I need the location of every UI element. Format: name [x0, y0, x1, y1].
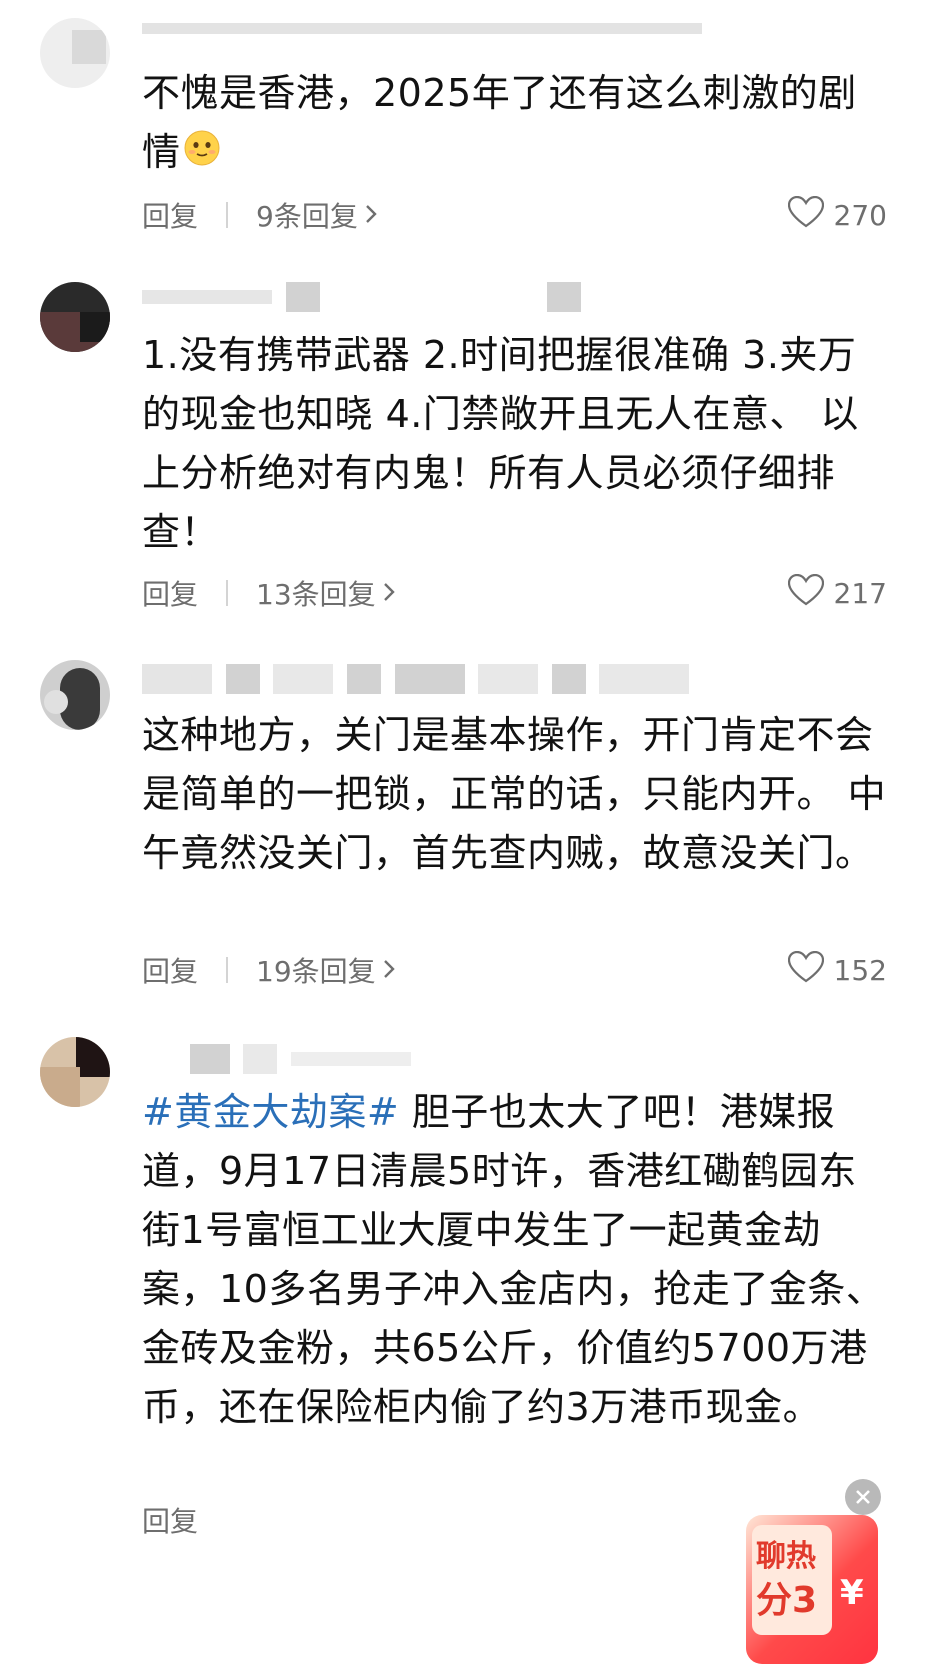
hashtag-link[interactable]: #黄金大劫案# [142, 1090, 399, 1134]
reply-button[interactable]: 回复 [142, 1500, 198, 1540]
like-button[interactable]: 217 [787, 573, 887, 613]
heart-icon [787, 950, 834, 990]
red-packet-card[interactable]: 聊热 分3 ¥ [746, 1515, 878, 1664]
like-count: 217 [833, 576, 887, 610]
smiling-emoji-icon [183, 125, 221, 184]
chevron-right-icon [364, 199, 378, 232]
comment-meta-blurred [142, 282, 742, 312]
comment-meta-blurred [142, 1044, 742, 1074]
divider [226, 580, 229, 606]
replies-count: 19条回复 [256, 955, 376, 988]
view-replies-link[interactable]: 13条回复 [256, 573, 396, 613]
reply-button[interactable]: 回复 [142, 573, 198, 613]
comment-actions: 回复 19条回复 152 [142, 950, 887, 990]
heart-icon [787, 573, 834, 613]
comment-actions: 回复 13条回复 217 [142, 573, 887, 613]
like-button[interactable]: 270 [787, 195, 887, 235]
comment-text: 不愧是香港，2025年了还有这么刺激的剧情 [142, 64, 887, 184]
close-icon[interactable] [845, 1479, 881, 1515]
view-replies-link[interactable]: 9条回复 [256, 195, 378, 235]
divider [226, 957, 229, 983]
avatar[interactable] [40, 18, 110, 88]
avatar[interactable] [40, 1037, 110, 1107]
replies-count: 13条回复 [256, 578, 376, 611]
replies-count: 9条回复 [256, 200, 358, 233]
comment-actions: 回复 9条回复 270 [142, 195, 887, 235]
heart-icon [787, 195, 834, 235]
currency-icon: ¥ [840, 1573, 864, 1613]
comment-text: 这种地方，关门是基本操作，开门肯定不会是简单的一把锁，正常的话，只能内开。 中午… [142, 713, 887, 875]
view-replies-link[interactable]: 19条回复 [256, 950, 396, 990]
avatar[interactable] [40, 660, 110, 730]
comment-text-body: 胆子也太大了吧！港媒报道，9月17日清晨5时许，香港红磡鹤园东街1号富恒工业大厦… [142, 1090, 885, 1429]
divider [226, 202, 229, 228]
chevron-right-icon [382, 577, 396, 610]
comment-meta-blurred [142, 664, 742, 694]
comment-text: 1.没有携带武器 2.时间把握很准确 3.夹万的现金也知晓 4.门禁敞开且无人在… [142, 333, 859, 554]
like-button[interactable]: 152 [787, 950, 887, 990]
avatar[interactable] [40, 282, 110, 352]
reply-button[interactable]: 回复 [142, 195, 198, 235]
chevron-right-icon [382, 954, 396, 987]
like-count: 270 [833, 198, 887, 232]
comment-meta-blurred [142, 14, 742, 34]
red-packet-line2: 分3 [756, 1580, 818, 1621]
comment-text-body: 不愧是香港，2025年了还有这么刺激的剧情 [142, 71, 857, 174]
comment-text: #黄金大劫案# 胆子也太大了吧！港媒报道，9月17日清晨5时许，香港红磡鹤园东街… [142, 1083, 887, 1437]
reply-button[interactable]: 回复 [142, 950, 198, 990]
like-count: 152 [833, 953, 887, 987]
red-packet-line1: 聊热 [756, 1539, 816, 1574]
